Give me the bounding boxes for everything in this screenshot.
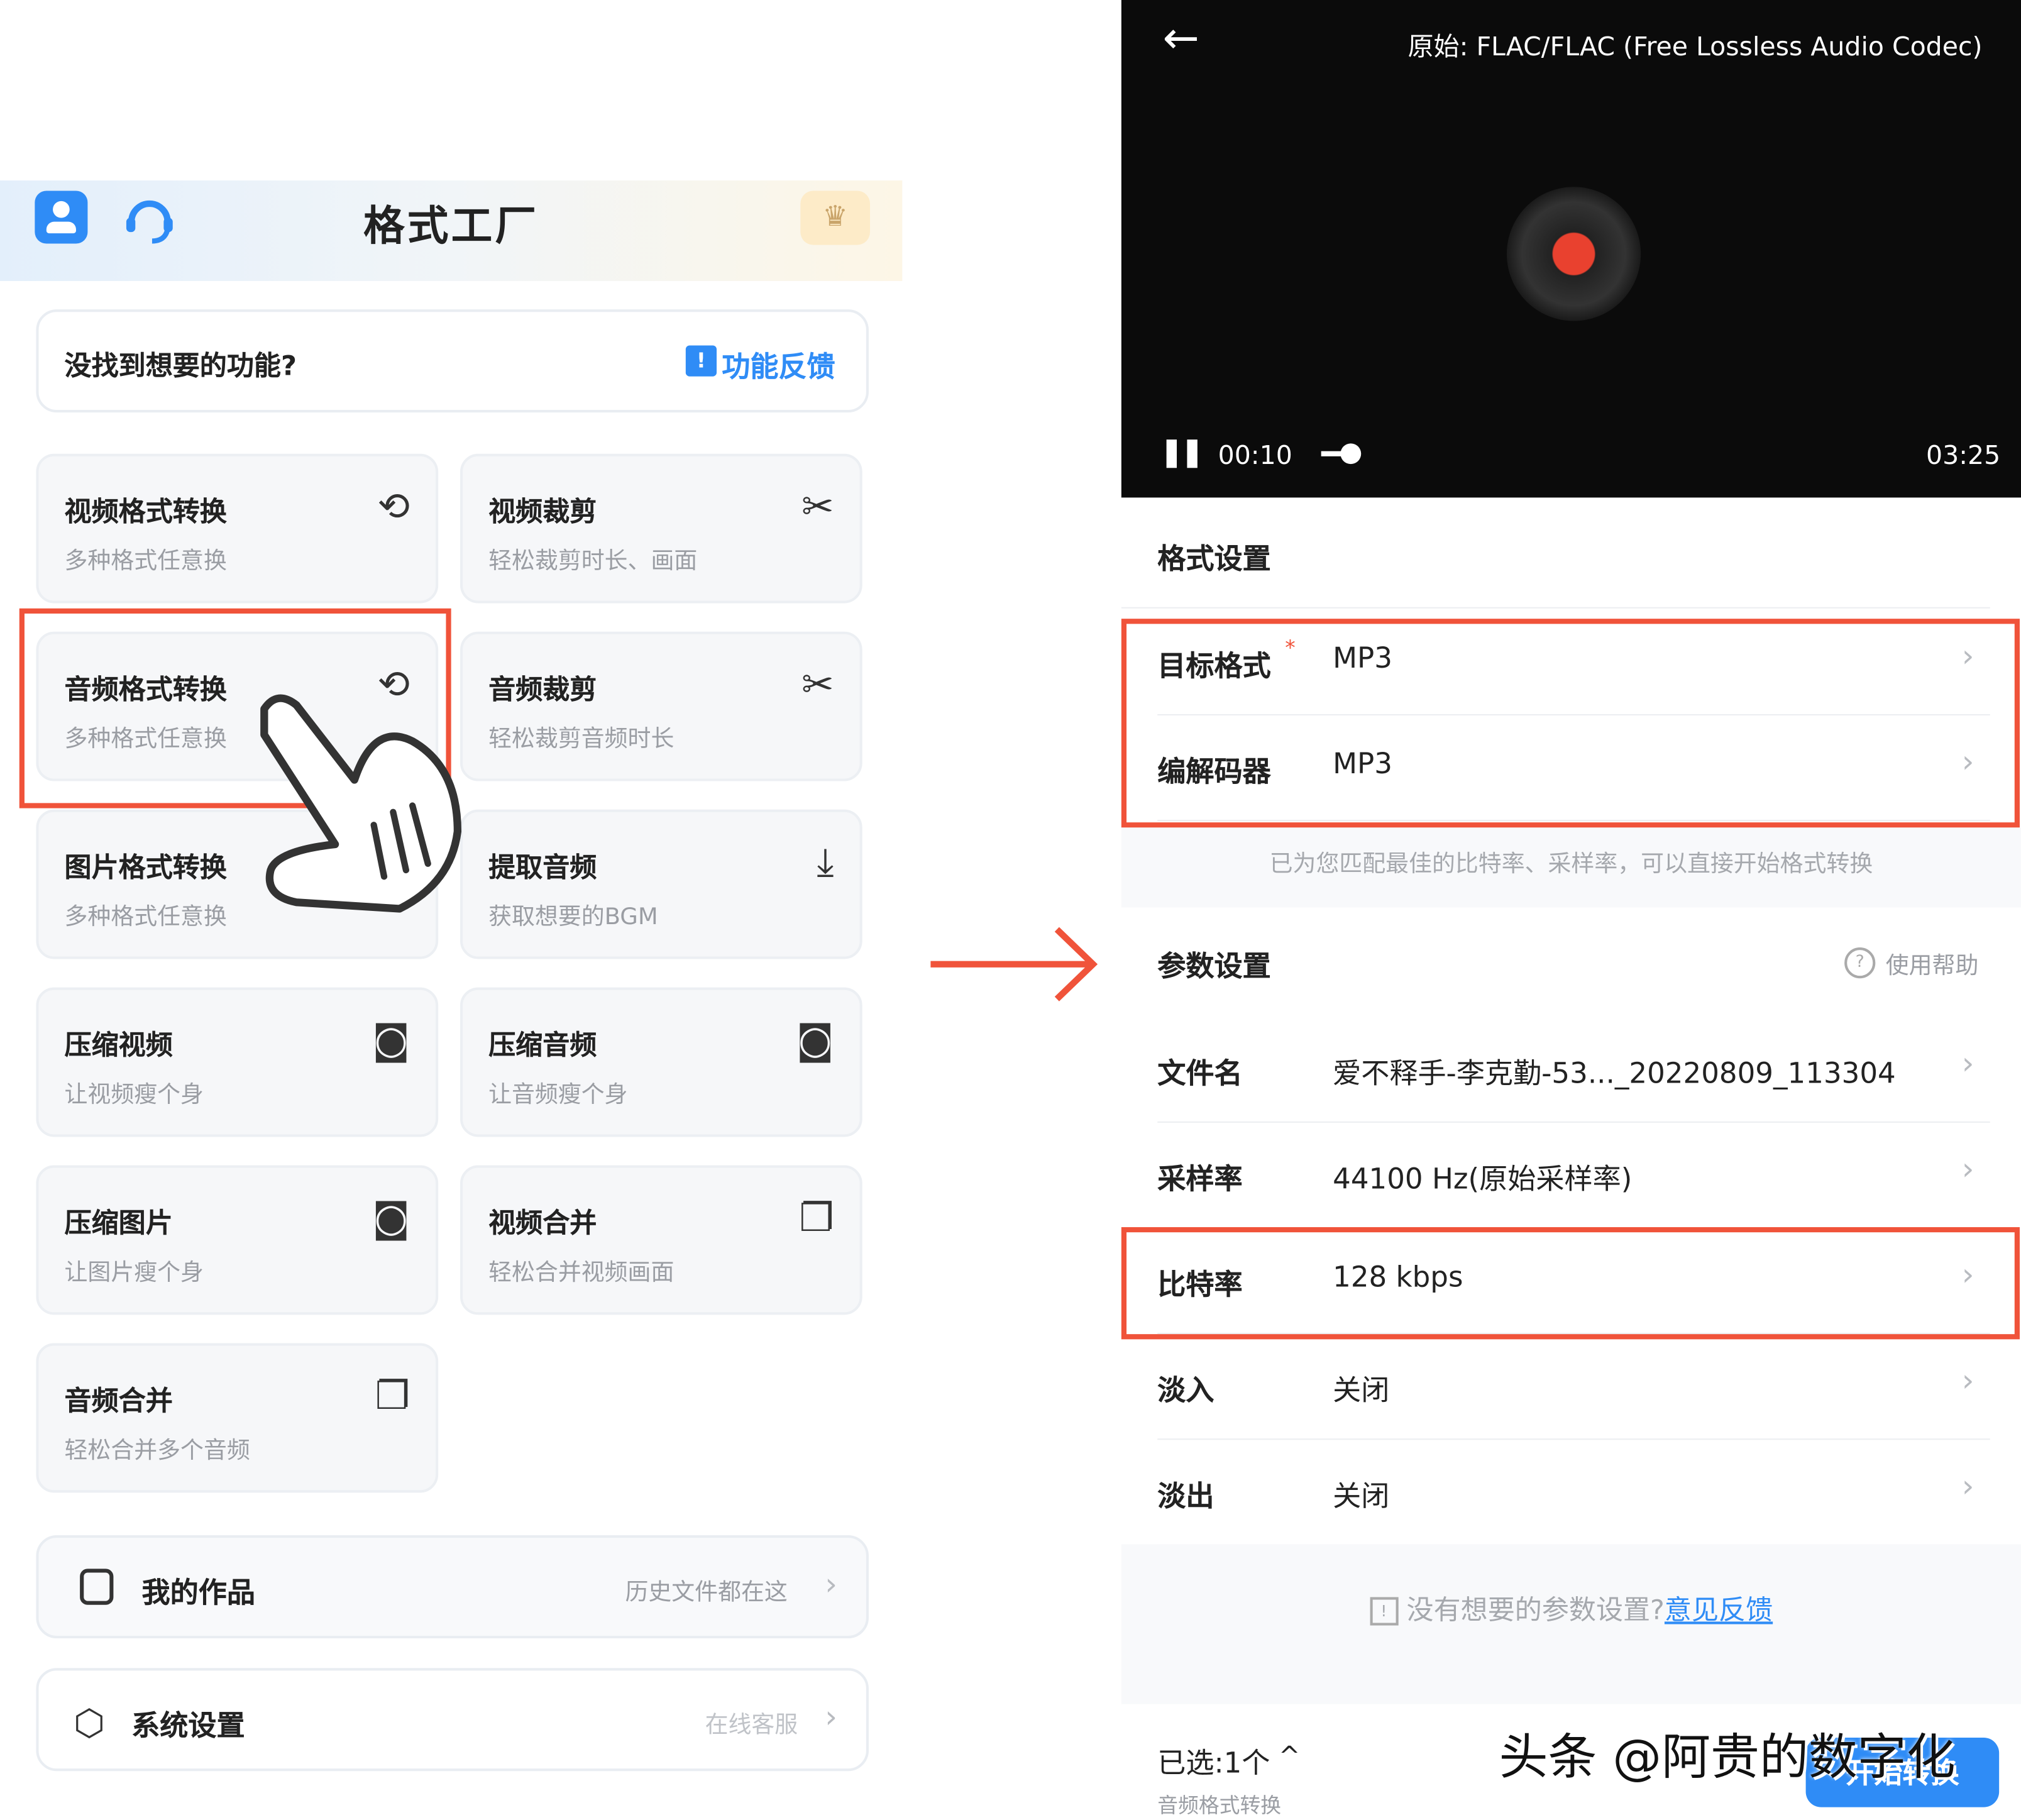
merge-video-icon: ❐ (799, 1196, 834, 1242)
param-section-title: 参数设置 (1157, 944, 1270, 985)
help-link[interactable]: 使用帮助 (1886, 947, 1979, 981)
setting-row[interactable]: 文件名 爱不释手-李克勤-53..._20220809_113304 › (1121, 1017, 2021, 1123)
tool-title: 图片格式转换 (65, 847, 227, 886)
setting-value: 关闭 (1333, 1474, 1389, 1515)
param-feedback-link[interactable]: 意见反馈 (1665, 1594, 1773, 1625)
total-time: 03:25 (1926, 439, 2000, 470)
back-arrow-icon[interactable]: ← (1162, 13, 1199, 65)
selected-type: 音频格式转换 (1157, 1788, 1281, 1819)
help-icon[interactable]: ? (1844, 947, 1875, 978)
chevron-right-icon: › (1962, 1362, 1974, 1398)
feedback-icon[interactable]: ! (686, 346, 717, 377)
tool-title: 压缩音频 (488, 1025, 597, 1064)
my-works-hint: 历史文件都在这 (625, 1574, 787, 1608)
chevron-right-icon: › (1962, 1468, 1974, 1504)
setting-label: 文件名 (1157, 1051, 1242, 1092)
tool-title: 音频合并 (65, 1381, 173, 1420)
divider (1121, 607, 1990, 609)
arrow-right-icon (928, 925, 1102, 1003)
tool-subtitle: 让音频瘦个身 (488, 1076, 627, 1110)
setting-row[interactable]: 淡出 关闭 › (1121, 1440, 2021, 1545)
setting-row[interactable]: 淡入 关闭 › (1121, 1334, 2021, 1440)
tool-subtitle: 轻松合并视频画面 (488, 1254, 674, 1288)
tool-card[interactable]: 音频裁剪 轻松裁剪音频时长 ✂ (460, 632, 862, 781)
tool-title: 压缩视频 (65, 1025, 173, 1064)
chevron-right-icon: › (825, 1699, 837, 1735)
settings-row[interactable]: ⬡ 系统设置 在线客服 › (36, 1668, 869, 1771)
chevron-right-icon: › (1962, 1151, 1974, 1187)
progress-knob[interactable] (1340, 443, 1361, 464)
watermark: 头条 @阿贵的数字化 (1499, 1717, 1956, 1788)
settings-label: 系统设置 (131, 1703, 245, 1745)
customer-service-link[interactable]: 在线客服 (705, 1707, 798, 1740)
setting-value: 关闭 (1333, 1367, 1389, 1409)
tool-card[interactable]: 视频格式转换 多种格式任意换 ⟲ (36, 454, 438, 604)
tool-title: 视频合并 (488, 1203, 597, 1242)
auto-match-text: 已为您匹配最佳的比特率、采样率，可以直接开始格式转换 (1270, 851, 1873, 878)
tool-card[interactable]: 视频合并 轻松合并视频画面 ❐ (460, 1166, 862, 1315)
setting-value: 44100 Hz(原始采样率) (1333, 1156, 1632, 1198)
info-icon: ! (1370, 1597, 1398, 1625)
scissors-icon: ✂ (801, 485, 834, 530)
my-works-row[interactable]: 我的作品 历史文件都在这 › (36, 1535, 869, 1638)
convert-icon: ⟲ (377, 485, 410, 530)
tool-subtitle: 多种格式任意换 (65, 543, 227, 576)
pause-icon[interactable] (1167, 439, 1198, 468)
feedback-prompt: 没找到想要的功能? (65, 346, 297, 385)
feedback-card: 没找到想要的功能? ! 功能反馈 (36, 309, 869, 412)
tool-subtitle: 让视频瘦个身 (65, 1076, 204, 1110)
tool-subtitle: 轻松裁剪时长、画面 (488, 543, 697, 576)
original-format: 原始: FLAC/FLAC (Free Lossless Audio Codec… (1408, 26, 1983, 63)
tool-subtitle: 获取想要的BGM (488, 898, 658, 932)
merge-audio-icon: ❐ (375, 1374, 410, 1420)
highlight-bitrate (1121, 1227, 2020, 1339)
auto-match-note: 已为您匹配最佳的比特率、采样率，可以直接开始格式转换 (1121, 827, 2021, 907)
inbox-icon (80, 1569, 113, 1604)
tool-subtitle: 轻松合并多个音频 (65, 1432, 250, 1465)
param-feedback-band: ! 没有想要的参数设置?意见反馈 (1121, 1544, 2021, 1704)
tool-card[interactable]: 压缩视频 让视频瘦个身 ◙ (36, 988, 438, 1137)
tool-title: 压缩图片 (65, 1203, 173, 1242)
compress-image-icon: ◙ (372, 1196, 410, 1242)
vinyl-disc-icon (1507, 187, 1641, 321)
highlight-format (1121, 619, 2020, 827)
param-feedback-text: 没有想要的参数设置? (1407, 1594, 1665, 1625)
format-section-title: 格式设置 (1157, 536, 1270, 578)
chevron-up-icon[interactable]: ^ (1279, 1740, 1300, 1771)
my-works-label: 我的作品 (142, 1570, 255, 1611)
app-title: 格式工厂 (0, 194, 902, 253)
setting-value: 爱不释手-李克勤-53..._20220809_113304 (1333, 1051, 1896, 1092)
tool-card[interactable]: 压缩音频 让音频瘦个身 ◙ (460, 988, 862, 1137)
setting-label: 采样率 (1157, 1156, 1242, 1198)
gear-icon: ⬡ (74, 1702, 105, 1745)
selected-count[interactable]: 已选:1个 (1157, 1740, 1270, 1782)
setting-label: 淡出 (1157, 1474, 1214, 1515)
chevron-right-icon: › (1962, 1045, 1974, 1081)
extract-audio-icon: ⤓ (817, 841, 834, 886)
tool-title: 提取音频 (488, 847, 597, 886)
setting-label: 淡入 (1157, 1367, 1214, 1409)
current-time: 00:10 (1218, 439, 1292, 470)
chevron-right-icon: › (825, 1566, 837, 1602)
tool-card[interactable]: 压缩图片 让图片瘦个身 ◙ (36, 1166, 438, 1315)
compress-video-icon: ◙ (372, 1018, 410, 1064)
tool-subtitle: 轻松裁剪音频时长 (488, 720, 674, 754)
tool-title: 音频裁剪 (488, 669, 597, 708)
tool-card[interactable]: 提取音频 获取想要的BGM ⤓ (460, 810, 862, 959)
tool-card[interactable]: 视频裁剪 轻松裁剪时长、画面 ✂ (460, 454, 862, 604)
progress-slider[interactable] (1321, 451, 1914, 456)
tool-subtitle: 多种格式任意换 (65, 898, 227, 932)
scissors-icon: ✂ (801, 663, 834, 708)
setting-row[interactable]: 采样率 44100 Hz(原始采样率) › (1121, 1123, 2021, 1228)
tool-subtitle: 让图片瘦个身 (65, 1254, 204, 1288)
hand-cursor-icon (245, 690, 471, 922)
vip-crown-icon[interactable]: ♛ (800, 190, 870, 245)
tool-title: 视频裁剪 (488, 491, 597, 530)
tool-title: 视频格式转换 (65, 491, 227, 530)
compress-audio-icon: ◙ (796, 1018, 834, 1064)
audio-player: ← 原始: FLAC/FLAC (Free Lossless Audio Cod… (1121, 0, 2021, 497)
feedback-link[interactable]: 功能反馈 (722, 344, 835, 385)
tool-card[interactable]: 音频合并 轻松合并多个音频 ❐ (36, 1343, 438, 1493)
